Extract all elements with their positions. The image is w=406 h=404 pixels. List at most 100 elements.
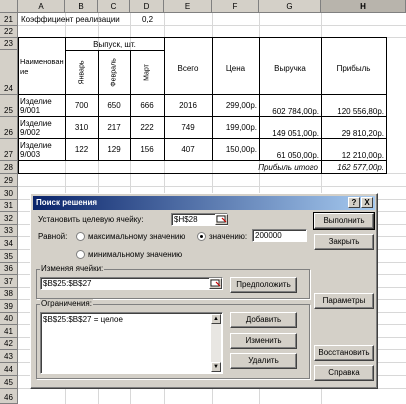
row-header-39[interactable]: 39 — [0, 300, 18, 313]
profit-total-value[interactable]: 162 577,00р. — [321, 163, 384, 172]
close-button[interactable]: Закрыть — [314, 234, 374, 250]
reset-button[interactable]: Восстановить — [314, 345, 374, 361]
row-header-35[interactable]: 35 — [0, 250, 18, 263]
table-border — [65, 50, 164, 51]
row-header-22[interactable]: 22 — [0, 26, 18, 38]
item-price[interactable]: 199,00р. — [212, 123, 257, 132]
item-name[interactable]: Изделие 9/003 — [20, 141, 64, 159]
row-header-30[interactable]: 30 — [0, 187, 18, 200]
table-border — [18, 37, 19, 174]
value-option-label[interactable]: значению: — [209, 232, 247, 241]
col-header-c[interactable]: C — [98, 0, 130, 13]
item-price[interactable]: 150,00р. — [212, 145, 257, 154]
value-input[interactable]: 200000 — [252, 229, 307, 242]
col-header-g[interactable]: G — [259, 0, 321, 13]
row-header-28[interactable]: 28 — [0, 161, 18, 174]
scroll-up-icon[interactable]: ▲ — [211, 314, 221, 324]
row-header-43[interactable]: 43 — [0, 350, 18, 363]
row-header-36[interactable]: 36 — [0, 263, 18, 275]
item-mar[interactable]: 222 — [130, 123, 164, 132]
run-button[interactable]: Выполнить — [313, 212, 375, 230]
row-header-25[interactable]: 25 — [0, 95, 18, 117]
row-header-26[interactable]: 26 — [0, 117, 18, 139]
row-header-38[interactable]: 38 — [0, 288, 18, 300]
header-feb: Февраль — [110, 58, 118, 87]
row-header-32[interactable]: 32 — [0, 212, 18, 225]
max-option-label[interactable]: максимальному значению — [88, 232, 185, 241]
item-total[interactable]: 407 — [164, 145, 212, 154]
row-header-33[interactable]: 33 — [0, 225, 18, 237]
scroll-down-icon[interactable]: ▼ — [211, 362, 221, 372]
min-radio[interactable] — [76, 250, 85, 259]
item-feb[interactable]: 217 — [98, 123, 130, 132]
add-button[interactable]: Добавить — [230, 312, 297, 328]
item-revenue[interactable]: 149 051,00р. — [259, 129, 319, 138]
header-revenue: Выручка — [274, 64, 306, 73]
row-header-31[interactable]: 31 — [0, 200, 18, 212]
dialog-titlebar[interactable]: Поиск решения ? X — [33, 196, 375, 210]
item-revenue[interactable]: 61 050,00р. — [259, 151, 319, 160]
row-header-41[interactable]: 41 — [0, 325, 18, 338]
cell-d21[interactable]: 0,2 — [142, 15, 153, 24]
item-name[interactable]: Изделие 9/001 — [20, 97, 64, 115]
item-revenue[interactable]: 602 784,00р. — [259, 107, 319, 116]
item-total[interactable]: 2016 — [164, 101, 212, 110]
row-header-23[interactable]: 23 — [0, 38, 18, 50]
max-radio[interactable] — [76, 232, 85, 241]
cell-a21[interactable]: Коэффициент реализации — [21, 15, 120, 24]
item-feb[interactable]: 129 — [98, 145, 130, 154]
changing-cells-input[interactable]: $B$25:$B$27 — [40, 277, 223, 290]
item-jan[interactable]: 122 — [65, 145, 98, 154]
solver-dialog: Поиск решения ? X Установить целевую яче… — [30, 193, 378, 389]
select-all-corner[interactable] — [0, 0, 18, 13]
table-border — [212, 37, 213, 161]
table-border — [18, 173, 387, 174]
row-header-45[interactable]: 45 — [0, 376, 18, 389]
dialog-title: Поиск решения — [36, 198, 98, 207]
range-picker-icon[interactable] — [215, 214, 228, 225]
item-mar[interactable]: 156 — [130, 145, 164, 154]
table-border — [164, 37, 165, 161]
col-header-f[interactable]: F — [212, 0, 259, 13]
change-button[interactable]: Изменить — [230, 333, 297, 349]
row-header-37[interactable]: 37 — [0, 275, 18, 288]
col-header-a[interactable]: A — [18, 0, 65, 13]
close-title-button[interactable]: X — [361, 197, 373, 208]
item-profit[interactable]: 120 556,80р. — [321, 107, 384, 116]
row-header-42[interactable]: 42 — [0, 338, 18, 350]
item-profit[interactable]: 12 210,00р. — [321, 151, 384, 160]
item-price[interactable]: 299,00р. — [212, 101, 257, 110]
item-profit[interactable]: 29 810,20р. — [321, 129, 384, 138]
constraints-list[interactable]: $B$25:$B$27 = целое ▲ ▼ — [40, 312, 223, 374]
row-header-29[interactable]: 29 — [0, 174, 18, 187]
min-option-label[interactable]: минимальному значению — [88, 250, 182, 259]
value-radio[interactable] — [197, 232, 206, 241]
row-header-24[interactable]: 24 — [0, 50, 18, 95]
row-header-27[interactable]: 27 — [0, 139, 18, 161]
row-header-21[interactable]: 21 — [0, 13, 18, 26]
constraint-item[interactable]: $B$25:$B$27 = целое — [43, 315, 123, 324]
gridline — [18, 186, 406, 187]
table-border — [18, 94, 387, 95]
help-title-button[interactable]: ? — [348, 197, 360, 208]
row-header-34[interactable]: 34 — [0, 237, 18, 250]
item-total[interactable]: 749 — [164, 123, 212, 132]
item-jan[interactable]: 310 — [65, 123, 98, 132]
row-header-40[interactable]: 40 — [0, 313, 18, 325]
delete-button[interactable]: Удалить — [230, 353, 297, 369]
item-jan[interactable]: 700 — [65, 101, 98, 110]
help-button[interactable]: Справка — [314, 365, 374, 381]
col-header-h[interactable]: H — [321, 0, 406, 13]
item-name[interactable]: Изделие 9/002 — [20, 119, 64, 137]
col-header-d[interactable]: D — [130, 0, 164, 13]
guess-button[interactable]: Предположить — [230, 277, 297, 293]
options-button[interactable]: Параметры — [314, 293, 374, 309]
row-header-46[interactable]: 46 — [0, 389, 18, 404]
col-header-e[interactable]: E — [164, 0, 212, 13]
item-feb[interactable]: 650 — [98, 101, 130, 110]
range-picker-icon[interactable] — [209, 278, 222, 289]
constraints-scrollbar[interactable]: ▲ ▼ — [211, 314, 221, 372]
item-mar[interactable]: 666 — [130, 101, 164, 110]
col-header-b[interactable]: B — [65, 0, 98, 13]
row-header-44[interactable]: 44 — [0, 363, 18, 376]
